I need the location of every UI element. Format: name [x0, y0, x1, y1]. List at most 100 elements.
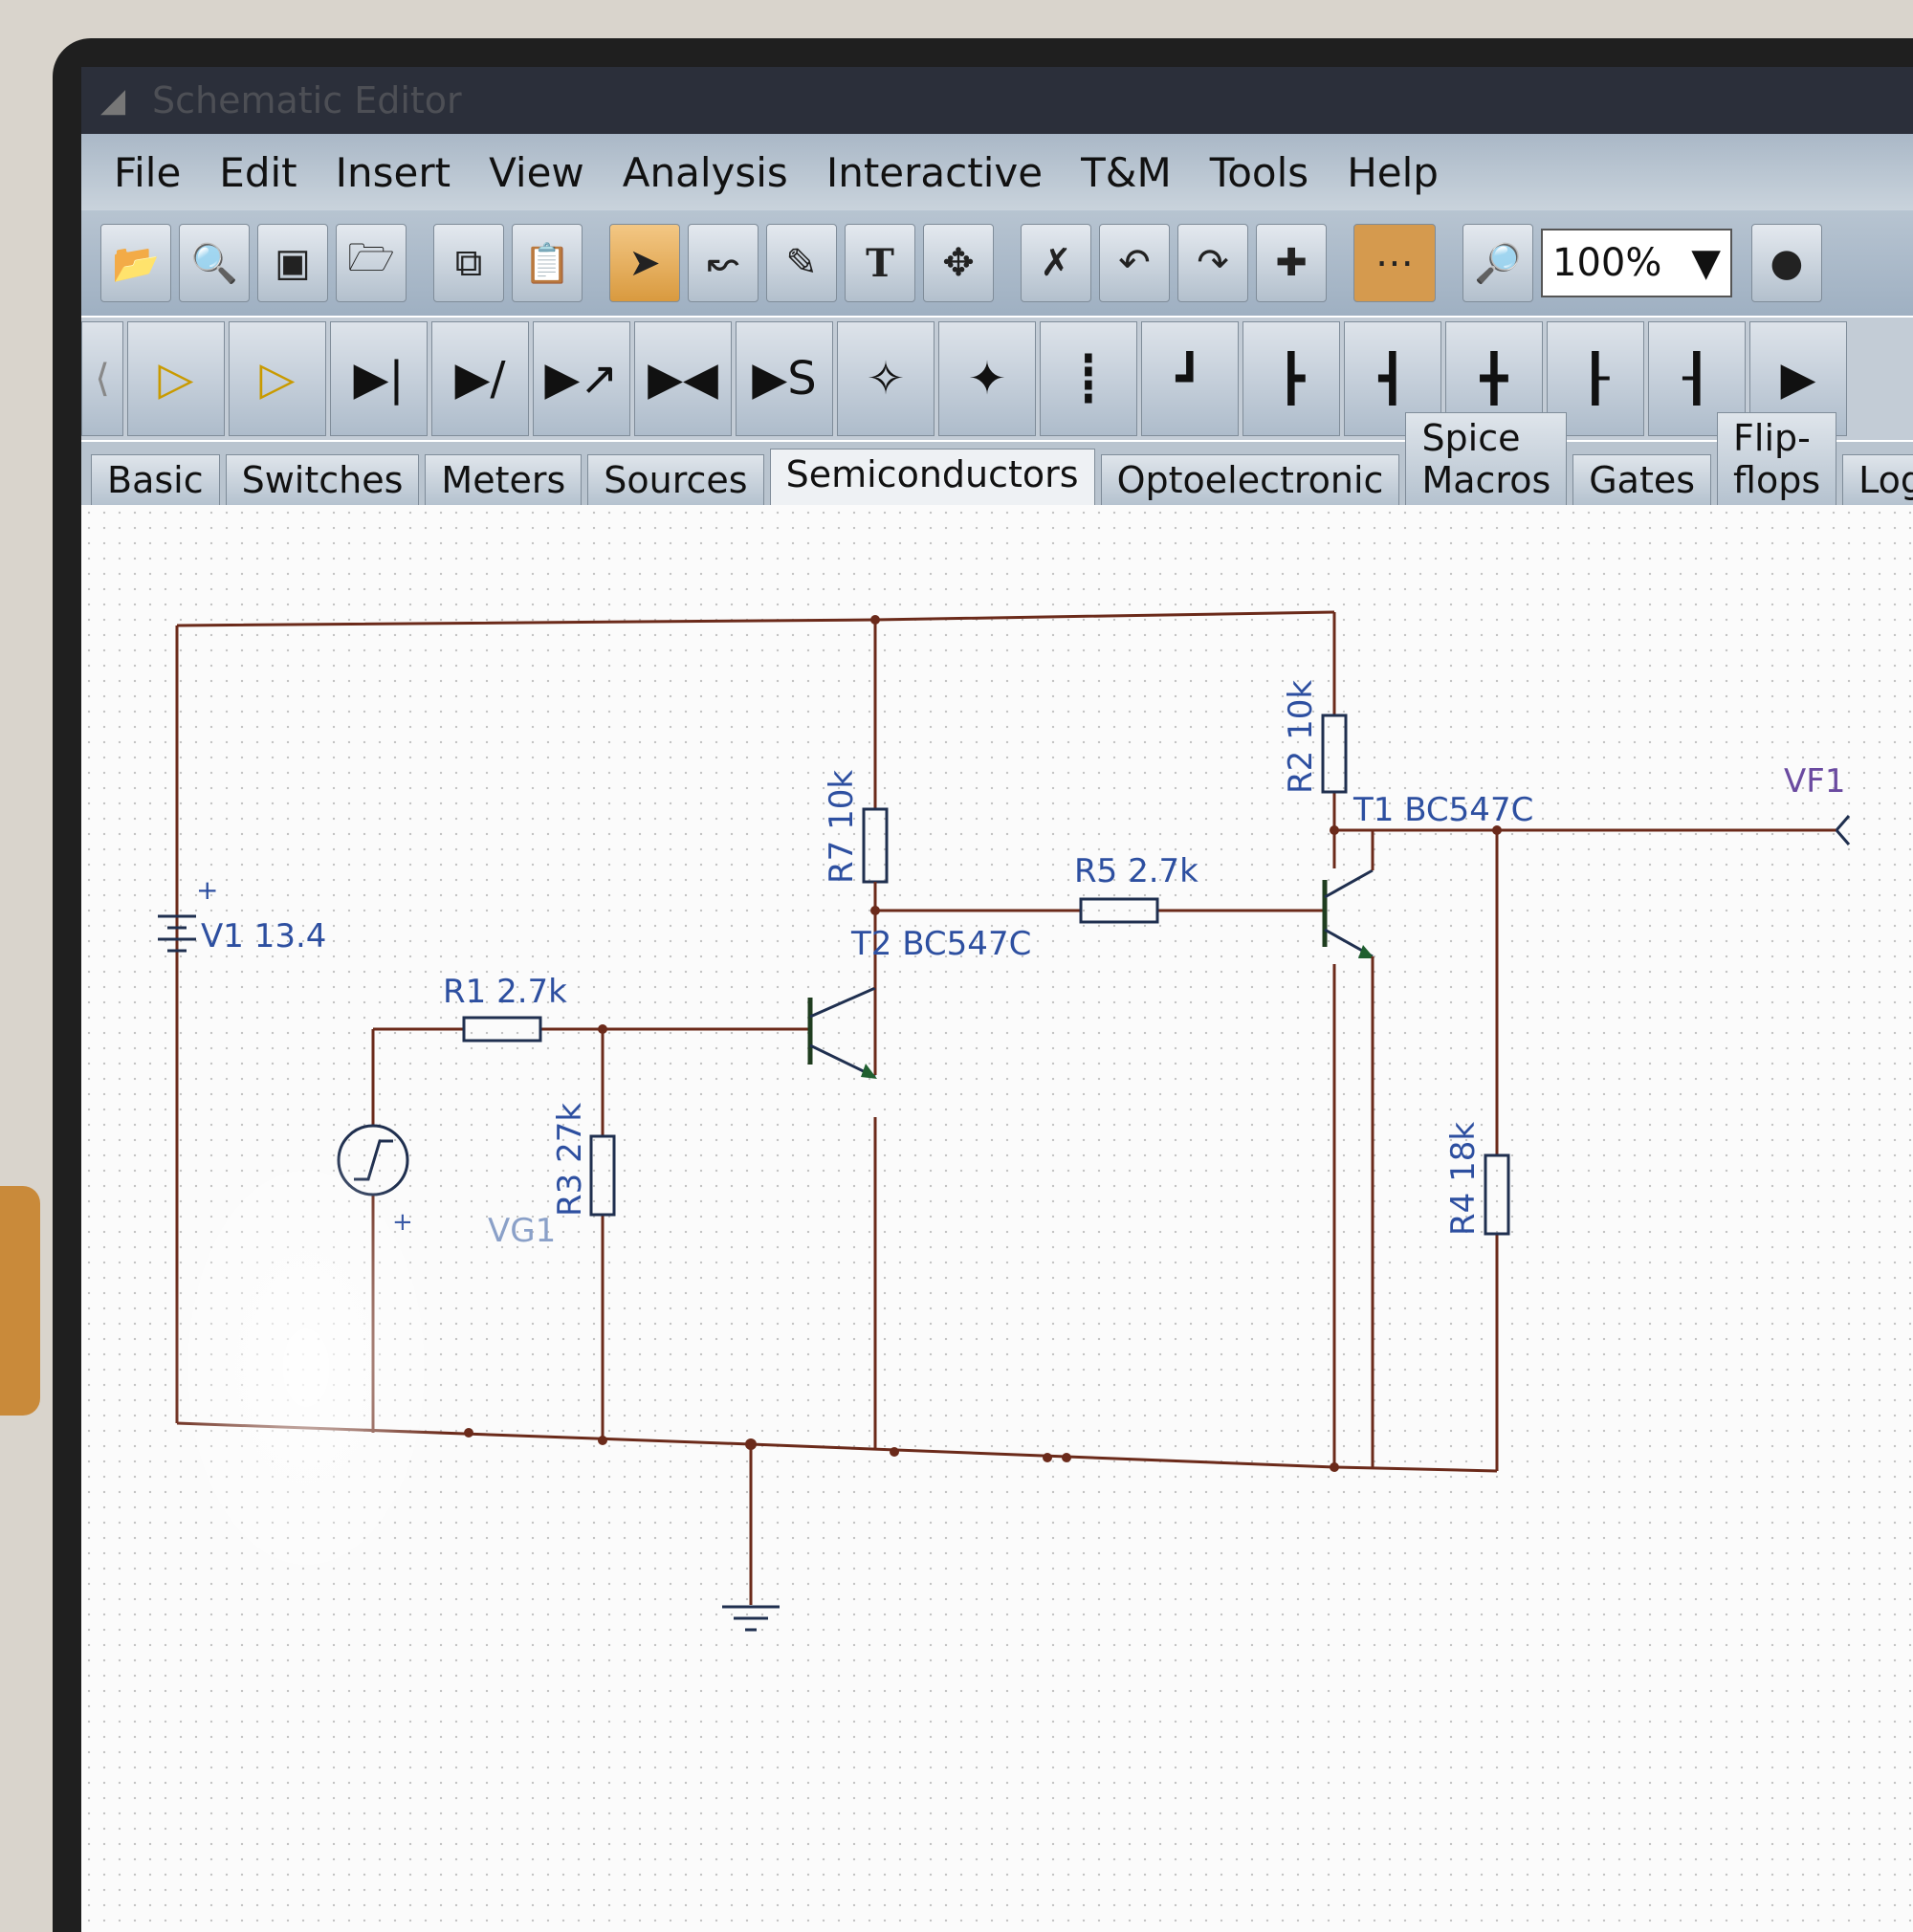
t2-collector — [809, 986, 876, 1019]
nmos2-icon[interactable]: ┣ — [1242, 321, 1340, 436]
label-r4: R4 18k — [1444, 1122, 1483, 1236]
diode-icon[interactable]: ▶| — [330, 321, 428, 436]
resistor-r7[interactable] — [862, 807, 889, 884]
junction-icon[interactable]: ✚ — [1256, 224, 1327, 302]
pmos-icon[interactable]: ┛ — [1141, 321, 1239, 436]
opamp2-icon[interactable]: ▷ — [229, 321, 326, 436]
window-title: Schematic Editor — [152, 79, 462, 121]
opamp-icon[interactable]: ▷ — [127, 321, 225, 436]
junction-dot — [1062, 1453, 1071, 1462]
menu-analysis[interactable]: Analysis — [623, 149, 788, 196]
draw-icon[interactable]: ✥ — [923, 224, 994, 302]
junction-dot — [890, 1447, 899, 1457]
t1-collector — [1324, 868, 1374, 899]
resistor-r1[interactable] — [462, 1016, 542, 1043]
delete-icon[interactable]: ✗ — [1021, 224, 1091, 302]
label-vg1: VG1 — [488, 1212, 556, 1250]
pencil-icon[interactable]: ✎ — [766, 224, 837, 302]
app-logo-icon: ◢ — [100, 81, 126, 120]
tab-flip-flops[interactable]: Flip-flops — [1717, 412, 1837, 505]
redo-icon[interactable]: ↷ — [1177, 224, 1248, 302]
voltage-probe-vf1[interactable] — [1835, 815, 1851, 845]
label-v1-plus: + — [196, 874, 218, 906]
menu-tm[interactable]: T&M — [1081, 149, 1172, 196]
tab-logic[interactable]: Logic — [1842, 454, 1913, 505]
find-icon[interactable]: 🔍 — [179, 224, 250, 302]
grid-icon[interactable]: ⋯ — [1353, 224, 1436, 302]
schottky-icon[interactable]: ▶S — [736, 321, 833, 436]
wires — [175, 610, 1836, 1605]
monitor-side-knob — [0, 1186, 40, 1416]
schematic-canvas[interactable]: V1 13.4 + R1 2.7k VG1 + R3 27k R7 10k T2… — [81, 505, 1913, 1932]
paste-icon[interactable]: 📋 — [512, 224, 583, 302]
tab-semiconductors[interactable]: Semiconductors — [769, 449, 1095, 505]
tab-optoelectronic[interactable]: Optoelectronic — [1100, 454, 1400, 505]
text-icon: T — [866, 240, 894, 286]
tab-gates[interactable]: Gates — [1572, 454, 1712, 505]
text-tool-button[interactable]: T — [845, 224, 915, 302]
zoom-icon[interactable]: 🔎 — [1462, 224, 1533, 302]
label-vg1-plus: + — [392, 1208, 413, 1237]
pointer-icon[interactable]: ➤ — [609, 224, 680, 302]
label-vf1: VF1 — [1784, 762, 1845, 801]
menu-help[interactable]: Help — [1347, 149, 1439, 196]
label-r5: R5 2.7k — [1074, 852, 1198, 890]
open-folder-icon[interactable]: 📂 — [100, 224, 171, 302]
junction-dot — [1330, 1462, 1339, 1472]
resistor-r2[interactable] — [1321, 714, 1348, 794]
main-toolbar: 📂 🔍 ▣ 🗁 ⧉ 📋 ➤ ↜ ✎ T ✥ ✗ ↶ ↷ ✚ ⋯ 🔎 100% ▼… — [81, 210, 1913, 316]
probe-icon[interactable]: ● — [1751, 224, 1822, 302]
tab-meters[interactable]: Meters — [425, 454, 583, 505]
led-icon[interactable]: ▶↗ — [533, 321, 630, 436]
ground-symbol — [722, 1605, 780, 1632]
chevron-down-icon: ▼ — [1691, 241, 1721, 285]
transistor-t1[interactable] — [1322, 830, 1374, 1467]
component-bar: ⟨ ▷ ▷ ▶| ▶/ ▶↗ ▶◀ ▶S ✧ ✦ ┋ ┛ ┣ ┫ ╋ ┠ ┨ ▶ — [81, 318, 1913, 440]
label-v1: V1 13.4 — [201, 917, 326, 955]
label-r7: R7 10k — [823, 770, 861, 884]
menu-edit[interactable]: Edit — [219, 149, 297, 196]
copy-icon[interactable]: ⧉ — [433, 224, 504, 302]
menu-tools[interactable]: Tools — [1210, 149, 1308, 196]
zener-icon[interactable]: ▶/ — [431, 321, 529, 436]
menu-insert[interactable]: Insert — [336, 149, 451, 196]
junction-dot — [745, 1438, 757, 1450]
label-t2: T2 BC547C — [850, 925, 1031, 963]
menu-file[interactable]: File — [114, 149, 181, 196]
junction-dot — [1043, 1453, 1052, 1462]
label-r3: R3 27k — [551, 1103, 589, 1217]
label-r1: R1 2.7k — [443, 973, 567, 1011]
menu-interactive[interactable]: Interactive — [826, 149, 1043, 196]
label-t1: T1 BC547C — [1352, 791, 1533, 829]
junction-dot — [870, 615, 880, 625]
zoom-value: 100% — [1552, 241, 1662, 285]
npn-icon[interactable]: ✧ — [837, 321, 935, 436]
signal-source-vg1[interactable] — [337, 1124, 409, 1197]
pnp-icon[interactable]: ✦ — [938, 321, 1036, 436]
scroll-left-icon[interactable]: ⟨ — [81, 321, 123, 436]
app-window: ◢ Schematic Editor File Edit Insert View… — [81, 67, 1913, 1932]
wire-ground-rail — [176, 1421, 1498, 1473]
transistor-t2[interactable] — [807, 882, 877, 1079]
undo-icon[interactable]: ↶ — [1099, 224, 1170, 302]
zoom-select[interactable]: 100% ▼ — [1541, 229, 1732, 297]
diac-icon[interactable]: ▶◀ — [634, 321, 732, 436]
resistor-r4[interactable] — [1484, 1153, 1510, 1236]
schematic-drawing: V1 13.4 + R1 2.7k VG1 + R3 27k R7 10k T2… — [158, 610, 1851, 1632]
nmos-icon[interactable]: ┋ — [1040, 321, 1137, 436]
tab-switches[interactable]: Switches — [225, 454, 420, 505]
title-bar: ◢ Schematic Editor — [81, 67, 1913, 134]
save-icon[interactable]: ▣ — [257, 224, 328, 302]
junction-dot — [1330, 825, 1339, 835]
resistor-r5[interactable] — [1079, 897, 1159, 924]
tab-sources[interactable]: Sources — [587, 454, 764, 505]
junction-dot — [598, 1436, 607, 1445]
wire-icon[interactable]: ↜ — [688, 224, 759, 302]
tab-basic[interactable]: Basic — [91, 454, 220, 505]
menu-view[interactable]: View — [489, 149, 584, 196]
tab-spice-macros[interactable]: Spice Macros — [1405, 412, 1568, 505]
open-icon[interactable]: 🗁 — [336, 224, 407, 302]
vg1-step-symbol — [354, 1139, 393, 1181]
menu-bar: File Edit Insert View Analysis Interacti… — [81, 134, 1913, 210]
resistor-r3[interactable] — [589, 1134, 616, 1217]
